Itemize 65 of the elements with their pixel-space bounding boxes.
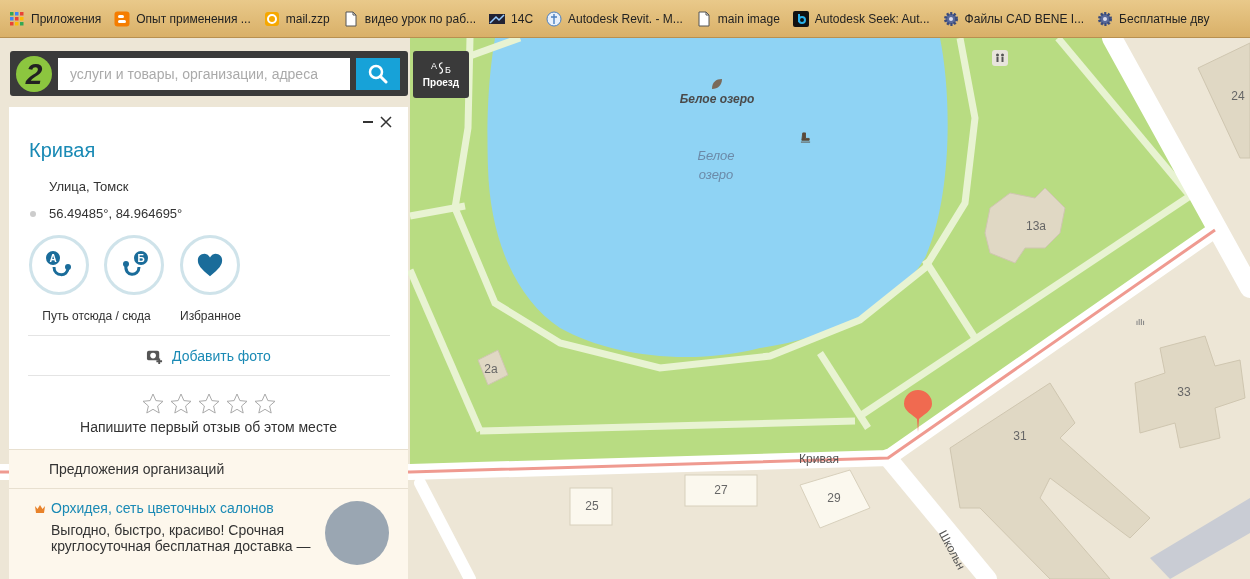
route-to-button[interactable]: Б	[104, 235, 164, 295]
search-button[interactable]	[356, 57, 400, 90]
bookmark[interactable]: Приложения	[9, 10, 102, 27]
house-number: 25	[585, 499, 599, 513]
route-path-icon	[438, 61, 445, 75]
empty-star-icon[interactable]	[252, 392, 277, 416]
action-label: Избранное	[180, 309, 241, 323]
search-icon	[368, 63, 388, 84]
bookmark[interactable]: 14C	[489, 10, 534, 27]
place-type: Улица, Томск	[48, 178, 130, 194]
mail-icon	[263, 10, 280, 27]
gear-icon	[1097, 10, 1114, 27]
bars-icon	[1136, 318, 1145, 325]
house-number: 33	[1177, 385, 1191, 399]
house-number: 24	[1231, 89, 1245, 103]
bookmark[interactable]: Autodesk Seek: Aut...	[792, 10, 930, 27]
bookmark[interactable]: видео урок по раб...	[342, 10, 477, 27]
bookmark[interactable]: main image	[695, 10, 780, 27]
bookmark[interactable]: mail.zzp	[263, 10, 330, 27]
route-from-button[interactable]: А	[29, 235, 89, 295]
building	[799, 469, 871, 529]
building	[569, 487, 613, 526]
offer-link[interactable]: Орхидея, сеть цветочных салонов	[51, 500, 274, 516]
bookmark[interactable]: Файлы CAD BENE I...	[942, 10, 1085, 27]
restroom-icon	[992, 50, 1008, 66]
globe-icon	[546, 10, 563, 27]
house-number: 13а	[1026, 219, 1046, 233]
heart-icon	[196, 251, 225, 279]
empty-star-icon[interactable]	[168, 392, 193, 416]
bookmark[interactable]: Autodesk Revit. - M...	[546, 10, 683, 27]
bookmark[interactable]: Опыт применения ...	[114, 10, 251, 27]
crown-icon	[34, 504, 46, 514]
square-icon	[792, 10, 809, 27]
action-label: Путь отсюда / сюда	[42, 309, 151, 323]
close-button[interactable]	[378, 115, 394, 129]
skate-icon	[800, 132, 811, 143]
poi-label: Белое озеро	[679, 92, 755, 106]
search-field[interactable]: услуги и товары, организации, адреса	[58, 57, 350, 90]
page-icon	[342, 10, 359, 27]
house-number: 31	[1013, 429, 1027, 443]
coordinates: 56.49485°, 84.964695°	[49, 206, 183, 221]
lake-label: Белое озеро	[696, 147, 736, 184]
add-photo-link[interactable]: Добавить фото	[172, 348, 271, 364]
empty-star-icon[interactable]	[140, 392, 165, 416]
street-label: Кривая	[799, 452, 839, 466]
house-number: 29	[827, 491, 841, 505]
place-title: Кривая	[28, 138, 97, 162]
house-number: 27	[714, 483, 728, 497]
offer-description: Выгодно, быстро, красиво! Срочная круглосуточная бесплатная доставка —	[51, 522, 312, 554]
empty-star-icon[interactable]	[224, 392, 249, 416]
bookmark[interactable]: Бесплатные дву	[1097, 10, 1210, 27]
house-number: 2а	[484, 362, 498, 376]
location-dot-icon	[30, 210, 36, 217]
review-prompt: Напишите первый отзыв об этом месте	[79, 418, 338, 435]
blog-icon	[114, 10, 131, 27]
close-icon	[380, 116, 392, 128]
grid-icon	[9, 10, 25, 27]
gear-icon	[942, 10, 959, 27]
page-icon	[695, 10, 712, 27]
offers-heading: Предложения организаций	[48, 460, 226, 477]
empty-star-icon[interactable]	[196, 392, 221, 416]
building	[477, 349, 509, 386]
route-button[interactable]: А Б Проезд	[413, 51, 469, 98]
leaf-icon	[711, 78, 723, 90]
logo: 2	[16, 55, 52, 92]
